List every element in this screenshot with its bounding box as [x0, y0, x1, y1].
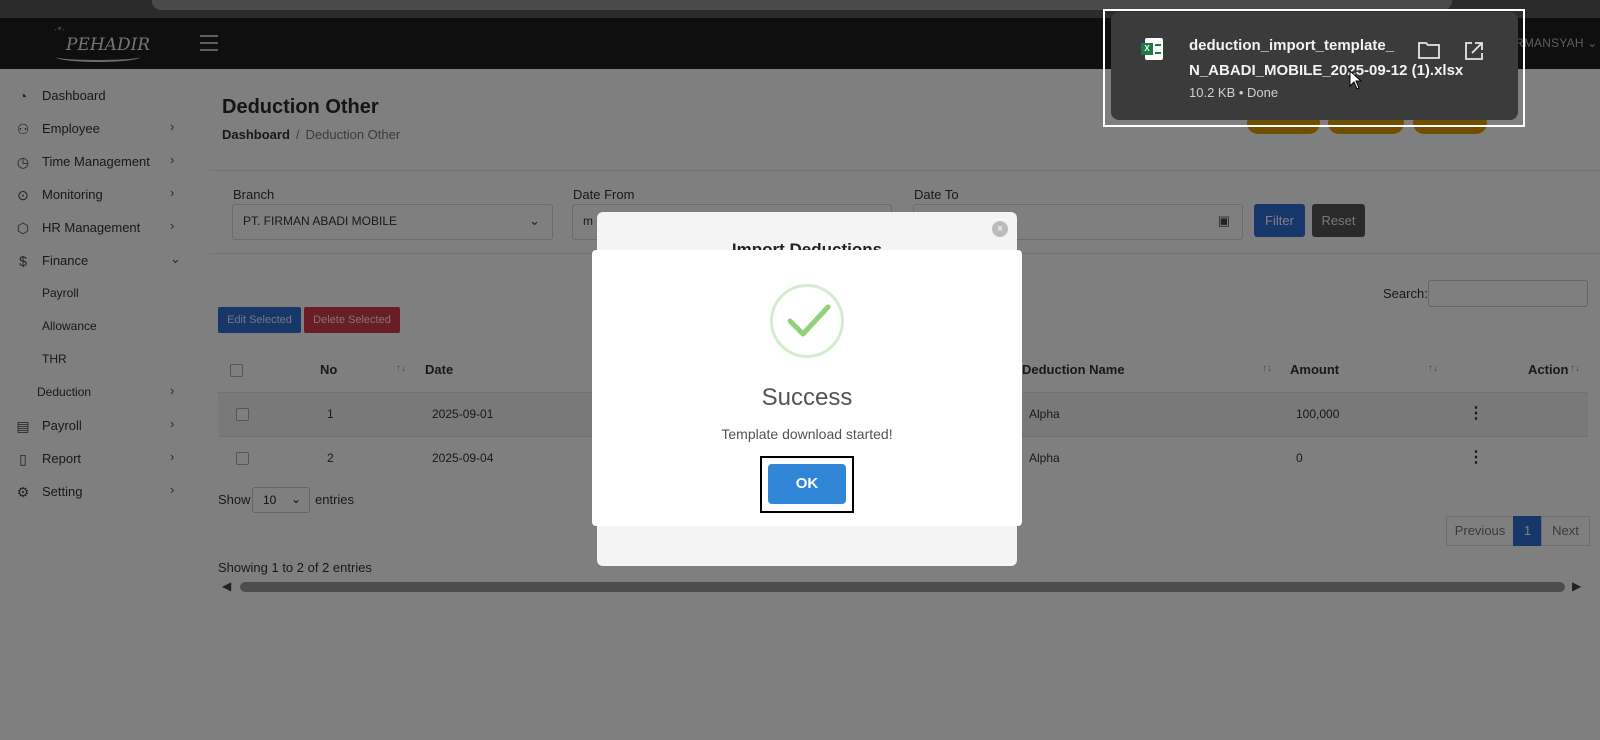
download-popup: X deduction_import_template_ N_ABADI_MOB…	[1111, 12, 1518, 120]
success-title: Success	[761, 384, 853, 411]
ok-button[interactable]: OK	[768, 464, 846, 504]
download-file-name-line1[interactable]: deduction_import_template_	[1189, 37, 1394, 54]
open-external-icon[interactable]	[1463, 40, 1485, 62]
download-file-name-line2[interactable]: N_ABADI_MOBILE_2025-09-12 (1).xlsx	[1189, 62, 1463, 79]
excel-file-icon: X	[1141, 38, 1163, 60]
success-dialog: Success Template download started! OK	[592, 250, 1022, 526]
show-in-folder-icon[interactable]	[1417, 40, 1441, 60]
mouse-cursor-icon	[1349, 70, 1363, 90]
close-icon[interactable]: ×	[992, 221, 1008, 237]
success-message: Template download started!	[721, 426, 893, 442]
success-check-icon	[770, 284, 844, 358]
download-meta: 10.2 KB • Done	[1189, 85, 1279, 100]
